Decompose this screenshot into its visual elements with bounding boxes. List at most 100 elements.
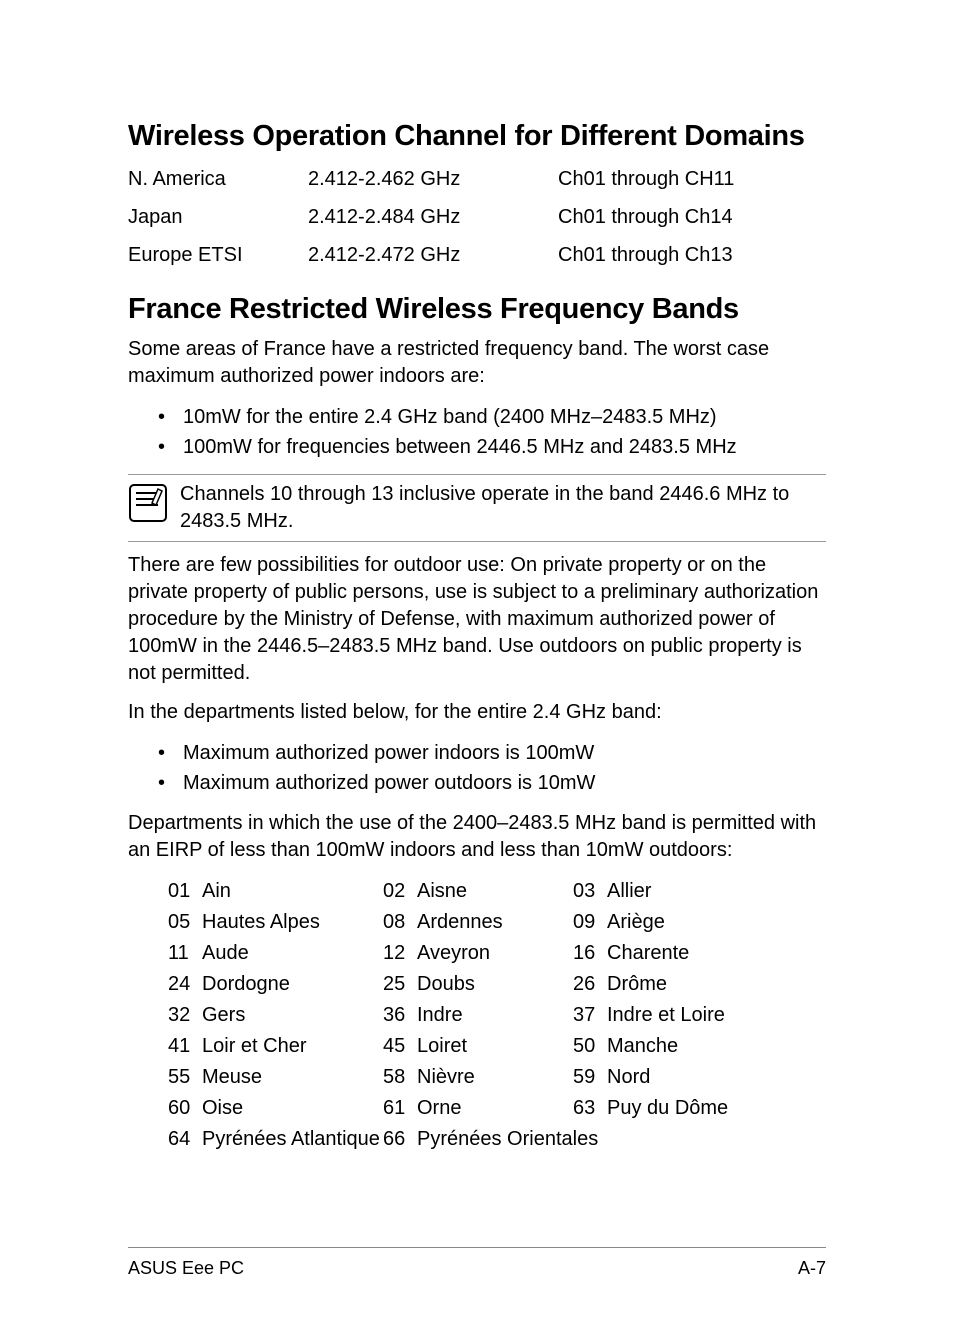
dept-name: Ain — [202, 876, 231, 907]
dept-row: 01Ain02Aisne03Allier — [168, 876, 826, 907]
dept-number: 08 — [383, 907, 417, 938]
dept-row: 60Oise61Orne63Puy du Dôme — [168, 1093, 826, 1124]
dept-cell: 66Pyrénées Orientales — [383, 1124, 783, 1155]
bullet-item: 10mW for the entire 2.4 GHz band (2400 M… — [128, 402, 826, 432]
bullet-list-2: Maximum authorized power indoors is 100m… — [128, 738, 826, 798]
departments-table: 01Ain02Aisne03Allier05Hautes Alpes08Arde… — [168, 876, 826, 1155]
dept-row: 55Meuse58Nièvre59Nord — [168, 1062, 826, 1093]
dept-name: Ardennes — [417, 907, 503, 938]
intro-paragraph: Some areas of France have a restricted f… — [128, 336, 826, 390]
dept-row: 41Loir et Cher45Loiret50Manche — [168, 1031, 826, 1062]
dept-number: 02 — [383, 876, 417, 907]
dept-name: Manche — [607, 1031, 678, 1062]
dept-cell: 01Ain — [168, 876, 383, 907]
dept-name: Nièvre — [417, 1062, 475, 1093]
domain-row: Japan 2.412-2.484 GHz Ch01 through Ch14 — [128, 201, 826, 233]
dept-name: Aisne — [417, 876, 467, 907]
dept-number: 55 — [168, 1062, 202, 1093]
bullet-item: Maximum authorized power indoors is 100m… — [128, 738, 826, 768]
note-icon — [128, 481, 170, 528]
dept-name: Meuse — [202, 1062, 262, 1093]
channel-cell: Ch01 through Ch14 — [558, 201, 826, 233]
bullet-list-1: 10mW for the entire 2.4 GHz band (2400 M… — [128, 402, 826, 462]
dept-cell: 03Allier — [573, 876, 783, 907]
note-text: Channels 10 through 13 inclusive operate… — [180, 481, 826, 535]
region-cell: Japan — [128, 201, 308, 233]
domain-table: N. America 2.412-2.462 GHz Ch01 through … — [128, 163, 826, 271]
dept-number: 59 — [573, 1062, 607, 1093]
dept-name: Drôme — [607, 969, 667, 1000]
dept-name: Orne — [417, 1093, 461, 1124]
dept-name: Loiret — [417, 1031, 467, 1062]
note-block: Channels 10 through 13 inclusive operate… — [128, 474, 826, 542]
dept-cell: 60Oise — [168, 1093, 383, 1124]
channel-cell: Ch01 through CH11 — [558, 163, 826, 195]
dept-name: Loir et Cher — [202, 1031, 307, 1062]
dept-name: Indre — [417, 1000, 463, 1031]
domain-row: N. America 2.412-2.462 GHz Ch01 through … — [128, 163, 826, 195]
dept-name: Aude — [202, 938, 249, 969]
bullet-item: 100mW for frequencies between 2446.5 MHz… — [128, 432, 826, 462]
dept-number: 58 — [383, 1062, 417, 1093]
channel-cell: Ch01 through Ch13 — [558, 239, 826, 271]
footer-right: A-7 — [798, 1258, 826, 1279]
dept-cell: 11Aude — [168, 938, 383, 969]
dept-row: 32Gers36Indre37Indre et Loire — [168, 1000, 826, 1031]
dept-number: 64 — [168, 1124, 202, 1155]
paragraph-eirp: Departments in which the use of the 2400… — [128, 810, 826, 864]
dept-number: 50 — [573, 1031, 607, 1062]
dept-name: Dordogne — [202, 969, 290, 1000]
dept-number: 03 — [573, 876, 607, 907]
dept-cell: 55Meuse — [168, 1062, 383, 1093]
dept-number: 37 — [573, 1000, 607, 1031]
dept-number: 11 — [168, 938, 202, 969]
dept-name: Allier — [607, 876, 651, 907]
freq-cell: 2.412-2.462 GHz — [308, 163, 558, 195]
dept-cell: 58Nièvre — [383, 1062, 573, 1093]
freq-cell: 2.412-2.472 GHz — [308, 239, 558, 271]
section1-heading: Wireless Operation Channel for Different… — [128, 120, 826, 153]
dept-name: Aveyron — [417, 938, 490, 969]
dept-number: 16 — [573, 938, 607, 969]
paragraph-departments-intro: In the departments listed below, for the… — [128, 699, 826, 726]
dept-cell: 24Dordogne — [168, 969, 383, 1000]
dept-cell: 12Aveyron — [383, 938, 573, 969]
dept-cell: 45Loiret — [383, 1031, 573, 1062]
dept-cell: 26Drôme — [573, 969, 783, 1000]
dept-name: Pyrénées Orientales — [417, 1124, 598, 1155]
section2-heading: France Restricted Wireless Frequency Ban… — [128, 293, 826, 326]
dept-number: 09 — [573, 907, 607, 938]
dept-cell: 25Doubs — [383, 969, 573, 1000]
region-cell: Europe ETSI — [128, 239, 308, 271]
dept-row: 05Hautes Alpes08Ardennes09Ariège — [168, 907, 826, 938]
footer-left: ASUS Eee PC — [128, 1258, 244, 1279]
dept-cell: 61Orne — [383, 1093, 573, 1124]
dept-number: 60 — [168, 1093, 202, 1124]
dept-cell: 05Hautes Alpes — [168, 907, 383, 938]
dept-cell: 02Aisne — [383, 876, 573, 907]
region-cell: N. America — [128, 163, 308, 195]
dept-cell: 64Pyrénées Atlantique — [168, 1124, 383, 1155]
dept-number: 32 — [168, 1000, 202, 1031]
dept-row: 11Aude12Aveyron16Charente — [168, 938, 826, 969]
domain-row: Europe ETSI 2.412-2.472 GHz Ch01 through… — [128, 239, 826, 271]
dept-number: 26 — [573, 969, 607, 1000]
dept-number: 12 — [383, 938, 417, 969]
dept-number: 36 — [383, 1000, 417, 1031]
dept-cell: 41Loir et Cher — [168, 1031, 383, 1062]
dept-cell: 08Ardennes — [383, 907, 573, 938]
dept-name: Indre et Loire — [607, 1000, 725, 1031]
dept-number: 01 — [168, 876, 202, 907]
freq-cell: 2.412-2.484 GHz — [308, 201, 558, 233]
dept-name: Doubs — [417, 969, 475, 1000]
dept-name: Gers — [202, 1000, 245, 1031]
dept-name: Puy du Dôme — [607, 1093, 728, 1124]
dept-name: Ariège — [607, 907, 665, 938]
dept-name: Oise — [202, 1093, 243, 1124]
dept-number: 66 — [383, 1124, 417, 1155]
dept-cell: 09Ariège — [573, 907, 783, 938]
dept-cell: 32Gers — [168, 1000, 383, 1031]
dept-number: 05 — [168, 907, 202, 938]
dept-number: 41 — [168, 1031, 202, 1062]
dept-number: 63 — [573, 1093, 607, 1124]
